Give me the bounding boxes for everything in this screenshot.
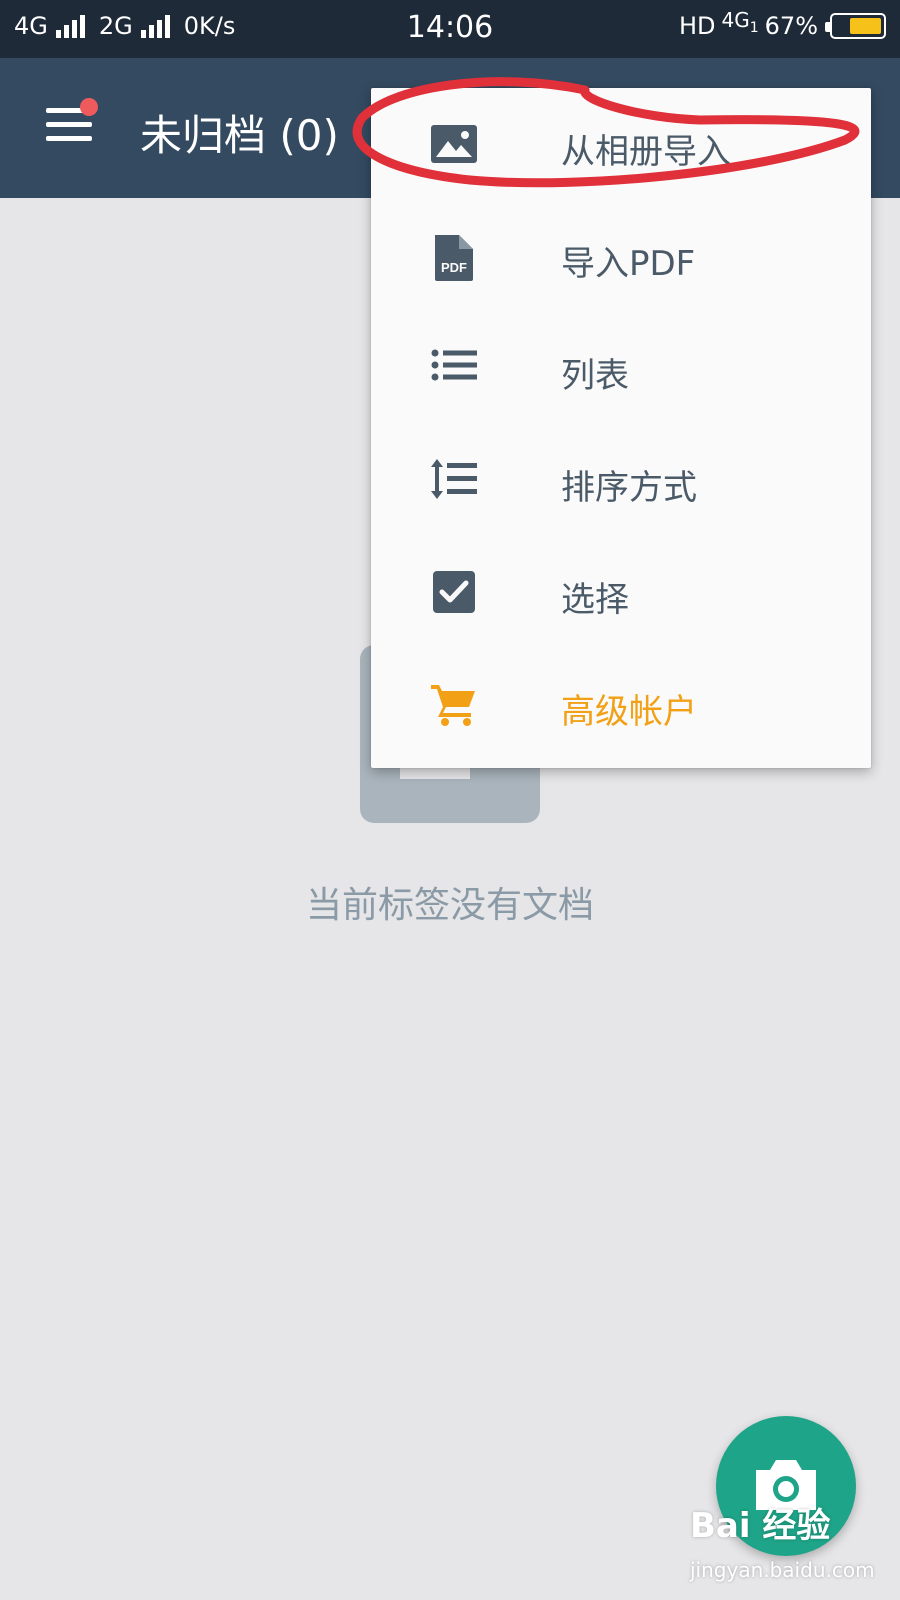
sort-icon xyxy=(429,457,479,503)
page-title: 未归档 (0) xyxy=(140,111,339,160)
menu-item-label: 导入PDF xyxy=(561,244,696,284)
menu-item-sort[interactable]: 排序方式 xyxy=(371,424,871,536)
list-icon xyxy=(429,345,479,391)
menu-item-label: 高级帐户 xyxy=(561,692,697,732)
watermark-url: jingyan.baidu.com xyxy=(690,1558,875,1582)
watermark: Bai 经验 jingyan.baidu.com xyxy=(690,1498,890,1598)
menu-item-label: 选择 xyxy=(561,580,629,620)
battery-percent: 67% xyxy=(764,12,818,40)
sim-slot: 1 xyxy=(749,20,759,36)
watermark-logo: Bai 经验 xyxy=(690,1506,831,1546)
cart-icon xyxy=(429,681,479,727)
status-bar: 4G 2G 0K/s 14:06 HD 4G1 67% xyxy=(0,0,900,58)
menu-item-import-gallery[interactable]: 从相册导入 xyxy=(371,88,871,200)
menu-item-import-pdf[interactable]: PDF 导入PDF xyxy=(371,200,871,312)
menu-item-select[interactable]: 选择 xyxy=(371,536,871,648)
menu-item-label: 排序方式 xyxy=(561,468,697,508)
menu-item-premium[interactable]: 高级帐户 xyxy=(371,648,871,760)
hd-label: HD xyxy=(678,12,716,40)
pdf-icon-text: PDF xyxy=(441,260,467,275)
menu-drawer-button[interactable] xyxy=(46,98,98,142)
menu-item-list[interactable]: 列表 xyxy=(371,312,871,424)
status-right: HD 4G1 67% xyxy=(678,8,886,40)
image-icon xyxy=(429,121,479,167)
battery-icon xyxy=(825,13,886,39)
menu-item-label: 列表 xyxy=(561,356,629,396)
empty-state-message: 当前标签没有文档 xyxy=(305,885,594,926)
hamburger-line xyxy=(46,136,92,141)
data-network-type: 4G xyxy=(721,8,750,32)
hamburger-line xyxy=(46,122,92,127)
checkbox-checked-icon xyxy=(429,569,479,615)
overflow-menu: 从相册导入 PDF 导入PDF 列表 排序方式 选择 高级帐户 xyxy=(371,88,871,768)
notification-dot xyxy=(80,98,98,116)
battery-fill xyxy=(850,18,881,34)
menu-item-label: 从相册导入 xyxy=(561,132,731,172)
data-network-label: 4G1 xyxy=(722,8,759,36)
pdf-file-icon: PDF xyxy=(429,233,479,281)
